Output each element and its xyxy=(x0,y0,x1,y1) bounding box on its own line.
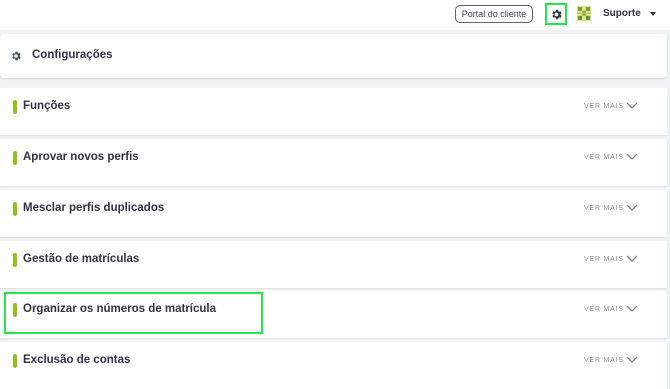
chevron-down-icon[interactable] xyxy=(626,255,638,263)
chevron-down-icon[interactable] xyxy=(626,204,638,212)
caret-down-icon[interactable] xyxy=(648,9,658,19)
see-more-link[interactable]: VER MAIS xyxy=(584,154,624,161)
user-name[interactable]: Suporte xyxy=(603,8,641,19)
accent-bar xyxy=(13,100,17,114)
accent-bar xyxy=(13,303,17,317)
chevron-down-icon[interactable] xyxy=(626,356,638,364)
section-gestao-de-matriculas[interactable]: Gestão de matrículas VER MAIS xyxy=(0,241,667,288)
section-title: Exclusão de contas xyxy=(23,354,131,366)
accent-bar xyxy=(13,202,17,216)
accent-bar xyxy=(13,253,17,267)
section-title: Organizar os números de matrícula xyxy=(23,303,217,315)
see-more-link[interactable]: VER MAIS xyxy=(584,103,624,110)
page-title: Configurações xyxy=(32,49,113,61)
see-more-link[interactable]: VER MAIS xyxy=(584,256,624,263)
see-more-link[interactable]: VER MAIS xyxy=(584,205,624,212)
section-organizar-numeros-de-matricula[interactable]: Organizar os números de matrícula VER MA… xyxy=(0,291,667,338)
settings-button[interactable] xyxy=(545,3,567,25)
accent-bar xyxy=(13,354,17,368)
settings-header: Configurações xyxy=(0,34,667,78)
chevron-down-icon[interactable] xyxy=(626,102,638,110)
avatar[interactable] xyxy=(577,6,591,21)
gear-icon xyxy=(12,51,21,61)
chevron-down-icon[interactable] xyxy=(626,305,638,313)
section-mesclar-perfis-duplicados[interactable]: Mesclar perfis duplicados VER MAIS xyxy=(0,190,667,237)
section-funcoes[interactable]: Funções VER MAIS xyxy=(0,88,667,135)
chevron-down-icon[interactable] xyxy=(626,153,638,161)
gear-icon xyxy=(551,9,562,19)
section-title: Aprovar novos perfis xyxy=(23,151,139,163)
section-title: Mesclar perfis duplicados xyxy=(23,202,165,214)
section-title: Gestão de matrículas xyxy=(23,253,140,265)
see-more-link[interactable]: VER MAIS xyxy=(584,357,624,364)
section-exclusao-de-contas[interactable]: Exclusão de contas VER MAIS xyxy=(0,342,667,389)
customer-portal-button[interactable]: Portal do cliente xyxy=(455,5,533,23)
section-title: Funções xyxy=(23,100,71,112)
see-more-link[interactable]: VER MAIS xyxy=(584,306,624,313)
top-bar: Portal do cliente Suporte xyxy=(0,0,670,30)
section-aprovar-novos-perfis[interactable]: Aprovar novos perfis VER MAIS xyxy=(0,139,667,186)
accent-bar xyxy=(13,151,17,165)
